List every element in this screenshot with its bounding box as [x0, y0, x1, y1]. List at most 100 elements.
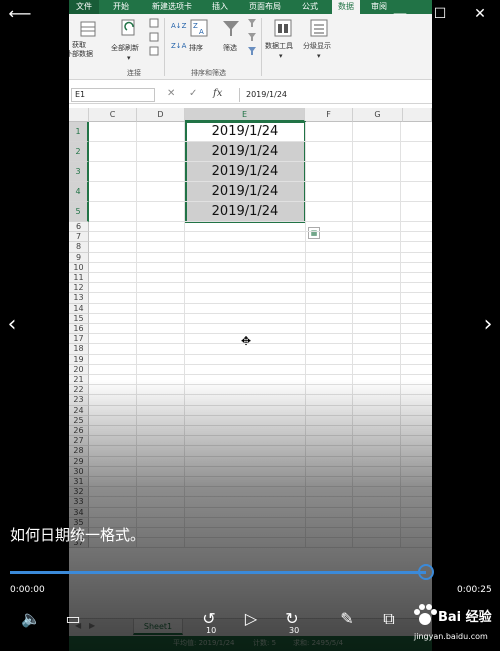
- column-header[interactable]: C: [89, 108, 137, 122]
- minimize-button[interactable]: —: [380, 0, 420, 28]
- properties-icon[interactable]: [149, 32, 159, 42]
- tab-page-layout[interactable]: 页面布局: [249, 0, 281, 14]
- tab-insert[interactable]: 插入: [212, 0, 228, 14]
- row-header[interactable]: 27: [69, 436, 89, 447]
- subtitles-icon[interactable]: ▭: [60, 606, 86, 632]
- data-tools-button[interactable]: 数据工具: [265, 42, 293, 51]
- row-gridline: [89, 201, 432, 202]
- row-header[interactable]: 23: [69, 395, 89, 406]
- row-header[interactable]: 26: [69, 426, 89, 437]
- row-header[interactable]: 16: [69, 324, 89, 335]
- column-header[interactable]: F: [305, 108, 353, 122]
- row-header[interactable]: 25: [69, 415, 89, 426]
- worksheet-grid[interactable]: C D E F G 2019/1/24 2019/1/24 2019/1/24 …: [69, 108, 432, 638]
- outline-button[interactable]: 分级显示: [303, 42, 331, 51]
- column-header[interactable]: D: [137, 108, 185, 122]
- column-header[interactable]: [403, 108, 432, 122]
- time-current: 0:00:00: [10, 585, 45, 595]
- row-header[interactable]: 32: [69, 487, 89, 498]
- check-icon[interactable]: ✓: [189, 88, 197, 99]
- cell-e1[interactable]: 2019/1/24: [185, 122, 305, 142]
- back-button[interactable]: ⟵: [0, 0, 40, 28]
- tab-formulas[interactable]: 公式: [302, 0, 318, 14]
- advanced-filter-icon[interactable]: [247, 46, 257, 56]
- row-header[interactable]: 11: [69, 273, 89, 284]
- row-header[interactable]: 5: [69, 202, 89, 222]
- column-header[interactable]: E: [185, 108, 305, 122]
- row-header[interactable]: 8: [69, 242, 89, 253]
- status-average: 平均值: 2019/1/24: [173, 639, 235, 647]
- sort-az-icon[interactable]: A↓Z: [171, 22, 186, 31]
- volume-icon[interactable]: 🔈: [18, 606, 44, 632]
- cell-e3[interactable]: 2019/1/24: [185, 162, 305, 182]
- mini-view-icon[interactable]: ⧉: [376, 606, 402, 632]
- row-header[interactable]: 18: [69, 344, 89, 355]
- row-header[interactable]: 13: [69, 293, 89, 304]
- tab-data[interactable]: 数据: [332, 0, 360, 14]
- row-header[interactable]: 22: [69, 385, 89, 396]
- row-header[interactable]: 1: [69, 122, 89, 142]
- fx-icon[interactable]: fx: [213, 88, 222, 99]
- close-button[interactable]: ✕: [460, 0, 500, 28]
- progress-thumb[interactable]: [418, 564, 434, 580]
- row-header[interactable]: 7: [69, 232, 89, 243]
- row-header[interactable]: 31: [69, 477, 89, 488]
- row-header[interactable]: 19: [69, 354, 89, 365]
- name-box[interactable]: E1: [71, 88, 155, 102]
- row-header[interactable]: 9: [69, 252, 89, 263]
- row-header[interactable]: 21: [69, 375, 89, 386]
- reapply-icon[interactable]: [247, 32, 257, 42]
- get-external-data-button[interactable]: 获取 外部数据: [69, 41, 93, 59]
- row-header[interactable]: 17: [69, 334, 89, 345]
- maximize-button[interactable]: ☐: [420, 0, 460, 28]
- cell-e5[interactable]: 2019/1/24: [185, 202, 305, 222]
- forward-30-button[interactable]: ↻ 30: [279, 606, 305, 635]
- row-header[interactable]: 30: [69, 466, 89, 477]
- group-label-connections: 连接: [127, 69, 141, 77]
- row-header[interactable]: 24: [69, 405, 89, 416]
- sheet-nav-next-icon[interactable]: ▶: [89, 621, 95, 630]
- row-header[interactable]: 12: [69, 283, 89, 294]
- edit-pen-icon[interactable]: ✎: [334, 606, 360, 632]
- row-gridline: [89, 435, 432, 437]
- connections-icon[interactable]: [149, 18, 159, 28]
- formula-buttons: ✕ ✓ fx: [165, 88, 235, 102]
- progress-track[interactable]: [10, 571, 426, 574]
- row-header[interactable]: 10: [69, 262, 89, 273]
- play-button[interactable]: ▷: [238, 606, 264, 632]
- previous-arrow-icon[interactable]: ‹: [0, 310, 24, 340]
- cell-e2[interactable]: 2019/1/24: [185, 142, 305, 162]
- select-all-corner[interactable]: [69, 108, 89, 122]
- sheet-tab[interactable]: Sheet1: [133, 619, 183, 635]
- clear-filter-icon[interactable]: [247, 18, 257, 28]
- formula-input[interactable]: 2019/1/24: [239, 88, 429, 102]
- row-header[interactable]: 33: [69, 497, 89, 508]
- quick-analysis-icon[interactable]: ▦: [308, 227, 320, 239]
- rewind-10-button[interactable]: ↺ 10: [196, 606, 222, 635]
- row-gridline: [89, 241, 432, 243]
- cell-e4[interactable]: 2019/1/24: [185, 182, 305, 202]
- tab-home[interactable]: 开始: [113, 0, 129, 14]
- row-header[interactable]: 4: [69, 182, 89, 202]
- edit-links-icon[interactable]: [149, 46, 159, 56]
- row-header[interactable]: 28: [69, 446, 89, 457]
- column-header[interactable]: G: [353, 108, 403, 122]
- filter-button[interactable]: 筛选: [223, 44, 237, 53]
- cancel-icon[interactable]: ✕: [167, 88, 175, 99]
- sort-button[interactable]: 排序: [189, 44, 203, 53]
- refresh-all-button[interactable]: 全部刷新: [111, 44, 139, 53]
- tab-file[interactable]: 文件: [69, 0, 99, 14]
- row-header[interactable]: 15: [69, 313, 89, 324]
- row-header[interactable]: 2: [69, 142, 89, 162]
- next-arrow-icon[interactable]: ›: [476, 310, 500, 340]
- row-header[interactable]: 20: [69, 364, 89, 375]
- row-header[interactable]: 14: [69, 303, 89, 314]
- row-header[interactable]: 6: [69, 222, 89, 233]
- row-header[interactable]: 29: [69, 456, 89, 467]
- row-header[interactable]: 34: [69, 507, 89, 518]
- sort-za-icon[interactable]: Z↓A: [171, 42, 186, 51]
- row-header[interactable]: 3: [69, 162, 89, 182]
- tab-new[interactable]: 新建选项卡: [152, 0, 192, 14]
- row-gridline: [89, 221, 432, 222]
- row-gridline: [89, 363, 432, 365]
